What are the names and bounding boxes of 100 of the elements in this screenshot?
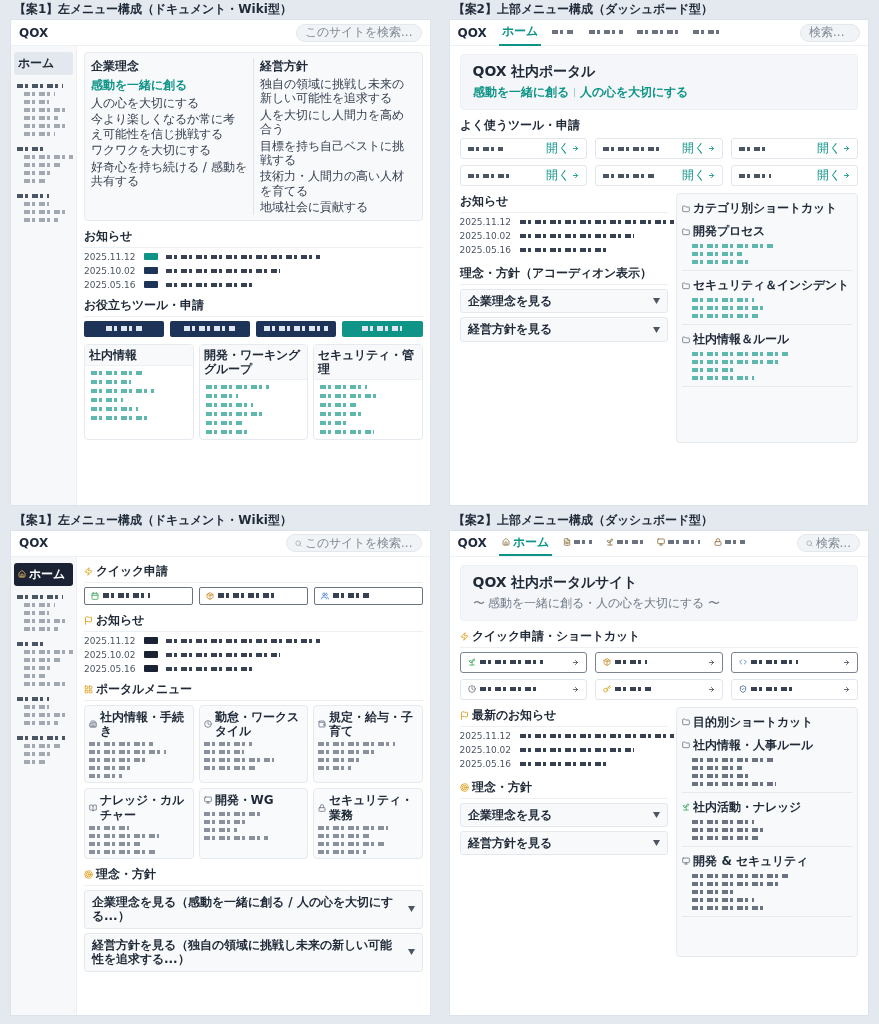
shortcut-tile[interactable] <box>730 651 858 673</box>
blurred-text <box>362 326 403 331</box>
blurred-text <box>91 388 154 393</box>
blurred-text <box>203 811 261 816</box>
card-title: セキュリティ・管理 <box>318 347 414 376</box>
blurred-text <box>320 394 378 399</box>
tool-tile[interactable]: 開く <box>459 138 587 159</box>
arrow-icon <box>572 145 579 152</box>
blurred-text <box>17 641 46 646</box>
blurred-text <box>106 326 143 331</box>
card-title: 開発・WG <box>214 793 274 808</box>
tool-button[interactable] <box>170 320 251 337</box>
blurred-text <box>24 202 49 206</box>
section-title: 理念・方針 <box>471 778 532 796</box>
nav-tab[interactable]: ホーム <box>498 530 552 556</box>
accordion-item[interactable]: 経営方針を見る <box>459 317 669 342</box>
sidebar-item[interactable]: ホーム <box>14 562 73 586</box>
blurred-text <box>738 146 768 151</box>
key-icon <box>603 685 611 693</box>
quick-button[interactable] <box>313 586 423 605</box>
blurred-text <box>692 368 735 372</box>
logo: QOX <box>457 536 487 550</box>
accordion-item[interactable]: 企業理念を見る <box>459 802 669 827</box>
lock-icon <box>713 538 722 546</box>
tool-tile[interactable]: 開く <box>730 165 858 186</box>
folder-icon <box>682 335 691 344</box>
blurred-text <box>320 430 374 435</box>
home-icon <box>18 570 26 578</box>
tagline: 感動を一緒に創る <box>472 84 569 101</box>
blurred-text <box>89 842 142 847</box>
blurred-text <box>17 84 63 88</box>
blurred-text <box>573 540 592 544</box>
tool-tile[interactable]: 開く <box>730 138 858 159</box>
search-field[interactable]: 検索... <box>796 534 860 552</box>
group-title: 開発プロセス <box>693 223 766 240</box>
tool-tile[interactable]: 開く <box>595 165 723 186</box>
news-date: 2025.05.16 <box>84 279 136 290</box>
calendar-icon <box>91 591 99 600</box>
nav-tab[interactable]: ホーム <box>498 20 541 46</box>
search-field[interactable]: 検索... <box>800 23 860 42</box>
blurred-text <box>89 850 155 855</box>
blurred-text <box>24 92 55 96</box>
blurred-text <box>205 403 253 408</box>
flag-icon <box>459 710 469 720</box>
blurred-text <box>17 594 63 599</box>
accordion-item[interactable]: 経営方針を見る（独自の領域に挑戦し未来の新しい可能性を追求する...） <box>84 932 423 972</box>
section-title: お知らせ <box>84 227 132 245</box>
card-title: ナレッジ・カルチャー <box>100 793 185 823</box>
quick-button[interactable] <box>198 586 308 605</box>
arrow-icon <box>572 685 579 693</box>
lock-icon <box>318 803 326 812</box>
lightning-icon <box>84 566 93 576</box>
tool-tile[interactable]: 開く <box>459 165 587 186</box>
accordion-item[interactable]: 企業理念を見る <box>459 289 669 314</box>
blurred-text <box>636 29 679 34</box>
search-field[interactable]: このサイトを検索... <box>296 23 422 42</box>
hero-subtitle: 〜 感動を一緒に創る・人の心を大切にする 〜 <box>472 594 722 612</box>
document-icon <box>562 538 571 546</box>
blurred-text <box>91 370 143 375</box>
sidebar-item[interactable]: ホーム <box>14 52 73 75</box>
accordion-item[interactable]: 企業理念を見る（感動を一緒に創る / 人の心を大切にする...） <box>84 890 423 929</box>
blurred-text <box>692 260 749 264</box>
philosophy-point: ワクワクを大切にする <box>91 143 212 158</box>
blurred-text <box>692 376 755 380</box>
policy-point: 独自の領域に挑戦し未来の新しい可能性を追求する <box>259 77 405 106</box>
panel-title: 目的別ショートカット <box>693 713 814 731</box>
folder-icon <box>682 204 691 213</box>
blurred-text <box>24 602 55 607</box>
shortcut-tile[interactable] <box>595 651 723 673</box>
blurred-text <box>24 665 52 670</box>
quick-button[interactable] <box>84 586 193 605</box>
blurred-text <box>24 720 58 725</box>
blurred-text <box>184 326 237 331</box>
hero-title: QOX 社内ポータル <box>472 63 597 81</box>
blurred-text <box>318 758 362 763</box>
search-field[interactable]: このサイトを検索... <box>286 534 422 552</box>
blurred-text <box>320 385 367 390</box>
tool-button[interactable] <box>256 320 337 337</box>
blurred-text <box>24 673 45 678</box>
blurred-text <box>203 835 268 840</box>
arrow-icon <box>707 172 715 179</box>
package-icon <box>603 658 611 666</box>
blurred-text <box>692 298 755 302</box>
tool-button[interactable] <box>84 320 165 337</box>
shortcut-tile[interactable] <box>459 651 587 673</box>
logo: QOX <box>19 536 49 550</box>
section-title: クイック申請 <box>96 562 168 580</box>
section-title: よく使うツール・申請 <box>459 117 581 134</box>
blurred-text <box>89 834 159 839</box>
tool-tile[interactable]: 開く <box>595 138 723 159</box>
blurred-text <box>89 758 146 763</box>
news-date: 2025.10.02 <box>84 265 136 276</box>
arrow-icon <box>572 172 579 179</box>
tagline: 人の心を大切にする <box>579 84 688 101</box>
accordion-item[interactable]: 経営方針を見る <box>459 830 669 856</box>
card-title: 社内情報・手続き <box>100 709 185 739</box>
blurred-text <box>588 29 623 34</box>
arrow-icon <box>572 658 579 666</box>
news-date: 2025.05.16 <box>84 663 136 674</box>
clock-icon <box>203 719 212 728</box>
